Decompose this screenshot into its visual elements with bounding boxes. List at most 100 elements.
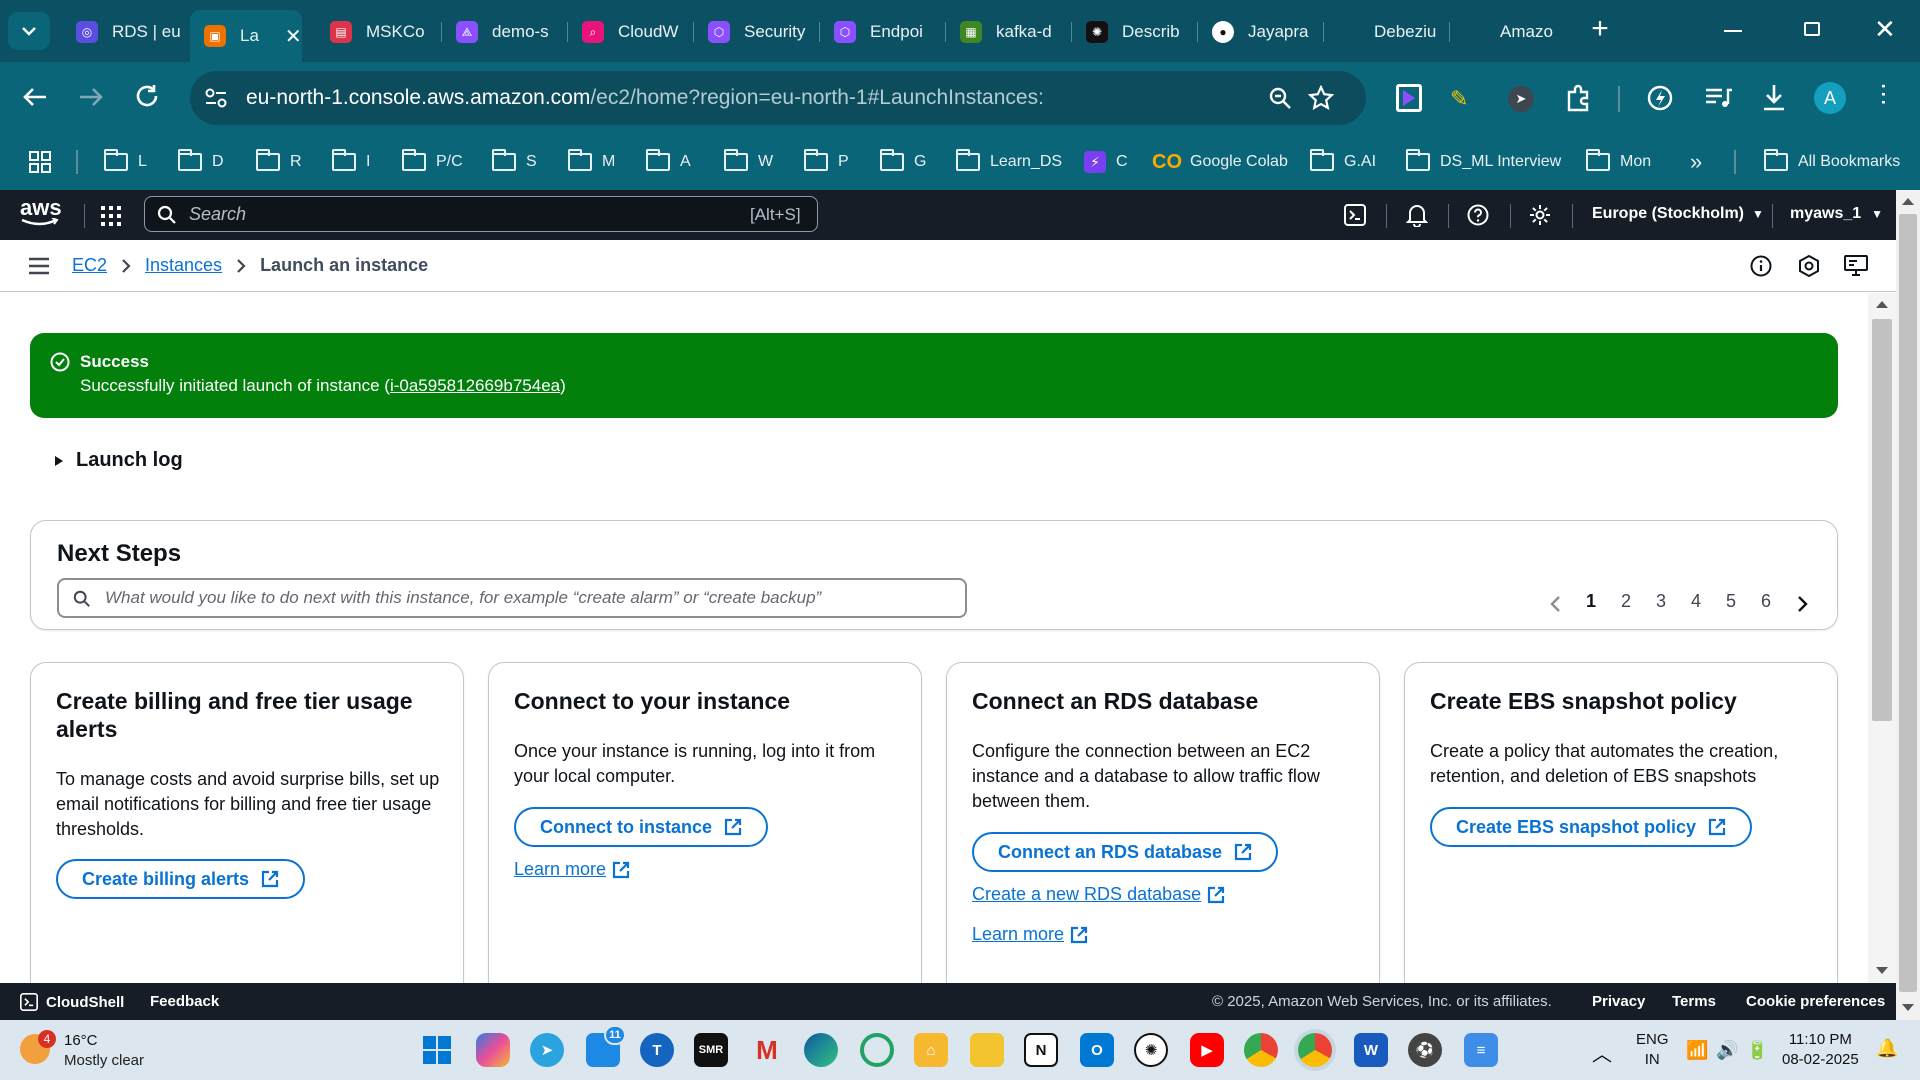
start-windows-icon[interactable] xyxy=(420,1033,454,1067)
privacy-link[interactable]: Privacy xyxy=(1592,993,1645,1010)
browser-tab-demo[interactable]: ⟁ demo-s xyxy=(442,10,568,54)
all-bookmarks-folder[interactable]: All Bookmarks xyxy=(1764,149,1900,175)
clock[interactable]: 11:10 PM 08-02-2025 xyxy=(1782,1030,1859,1070)
aws-search-input[interactable]: Search [Alt+S] xyxy=(144,196,818,232)
pagination-page-2[interactable]: 2 xyxy=(1621,591,1631,612)
connect-rds-database-button[interactable]: Connect an RDS database xyxy=(972,832,1279,872)
reload-icon[interactable] xyxy=(134,83,160,109)
browser-tab-security[interactable]: ⬡ Security xyxy=(694,10,820,54)
page-scrollbar[interactable] xyxy=(1896,190,1920,1020)
terms-link[interactable]: Terms xyxy=(1672,993,1716,1010)
extension-cursor-icon[interactable]: ➤ xyxy=(1508,86,1534,112)
browser-tab-endpoint[interactable]: ⬡ Endpoi xyxy=(820,10,946,54)
site-info-icon[interactable] xyxy=(204,87,228,109)
outlook-icon[interactable]: O xyxy=(1080,1033,1114,1067)
security-shield-icon[interactable] xyxy=(1798,255,1820,277)
youtube-icon[interactable]: ▶ xyxy=(1190,1033,1224,1067)
create-new-rds-database-link[interactable]: Create a new RDS database xyxy=(972,884,1225,905)
info-icon[interactable] xyxy=(1750,255,1772,277)
vscode-icon[interactable]: 11 xyxy=(586,1025,626,1067)
store-app-icon[interactable]: ⌂ xyxy=(914,1033,948,1067)
restore-window-button[interactable] xyxy=(1804,22,1820,36)
instance-id-link[interactable]: i-0a595812669b754ea xyxy=(390,376,560,395)
notifications-bell-icon[interactable]: 🔔 xyxy=(1876,1038,1898,1059)
close-window-button[interactable]: ✕ xyxy=(1874,14,1896,45)
breadcrumb-ec2[interactable]: EC2 xyxy=(72,255,107,276)
scroll-thumb[interactable] xyxy=(1899,214,1917,992)
notifications-bell-icon[interactable] xyxy=(1406,203,1428,227)
back-arrow-icon[interactable] xyxy=(22,86,48,108)
cloudshell-icon[interactable] xyxy=(1344,204,1366,226)
app-globe-icon[interactable]: ⚽ xyxy=(1408,1033,1442,1067)
bookmark-folder-pc[interactable]: P/C xyxy=(402,149,463,175)
volume-icon[interactable]: 🔊 xyxy=(1716,1040,1738,1061)
profile-avatar[interactable]: A xyxy=(1814,82,1846,114)
browser-tab-cloudwatch[interactable]: ⌕ CloudW xyxy=(568,10,694,54)
app-t-icon[interactable]: T xyxy=(640,1033,674,1067)
apps-grid-icon[interactable] xyxy=(28,150,52,174)
create-billing-alerts-button[interactable]: Create billing alerts xyxy=(56,859,306,899)
more-bookmarks-icon[interactable]: » xyxy=(1690,149,1702,175)
aws-logo[interactable]: aws xyxy=(20,197,62,226)
word-icon[interactable]: W xyxy=(1354,1033,1388,1067)
battery-icon[interactable]: 🔋 xyxy=(1746,1040,1768,1061)
minimize-window-button[interactable] xyxy=(1724,30,1742,32)
launch-log-toggle[interactable]: Launch log xyxy=(54,449,183,472)
browser-tab-amazon[interactable]: Amazo xyxy=(1450,10,1576,54)
browser-tab-msk[interactable]: ▤ MSKCo xyxy=(316,10,442,54)
language-indicator[interactable]: ENG IN xyxy=(1636,1030,1669,1070)
pagination-prev-icon[interactable] xyxy=(1549,595,1561,613)
scroll-down-arrow-icon[interactable] xyxy=(1876,967,1888,974)
edge-icon[interactable] xyxy=(804,1033,838,1067)
monitor-settings-icon[interactable] xyxy=(1844,255,1868,277)
file-explorer-icon[interactable] xyxy=(970,1033,1004,1067)
bookmark-folder-mon[interactable]: Mon xyxy=(1586,149,1651,175)
settings-gear-icon[interactable] xyxy=(1529,204,1551,226)
pagination-page-5[interactable]: 5 xyxy=(1726,591,1736,612)
scroll-thumb[interactable] xyxy=(1872,319,1892,721)
account-menu[interactable]: myaws_1 ▼ xyxy=(1790,205,1883,223)
region-selector[interactable]: Europe (Stockholm) ▼ xyxy=(1592,205,1764,223)
pagination-page-6[interactable]: 6 xyxy=(1761,591,1771,612)
browser-tab-describe[interactable]: ✺ Describ xyxy=(1072,10,1198,54)
browser-tab-github[interactable]: ● Jayapra xyxy=(1198,10,1324,54)
bookmark-c[interactable]: ⚡ C xyxy=(1084,149,1128,175)
bookmark-folder-w[interactable]: W xyxy=(724,149,773,175)
app-smr-icon[interactable]: SMR xyxy=(694,1033,728,1067)
bookmark-folder-a[interactable]: A xyxy=(646,149,691,175)
feedback-link[interactable]: Feedback xyxy=(150,993,219,1010)
tab-search-button[interactable] xyxy=(8,12,50,50)
chatgpt-icon[interactable]: ✺ xyxy=(1134,1033,1168,1067)
scroll-up-arrow-icon[interactable] xyxy=(1876,301,1888,308)
extension-pen-icon[interactable]: ✎ xyxy=(1450,86,1468,112)
learn-more-link[interactable]: Learn more xyxy=(972,924,1088,945)
bookmark-google-colab[interactable]: CO Google Colab xyxy=(1152,149,1288,175)
content-scrollbar[interactable] xyxy=(1868,293,1896,983)
help-icon[interactable] xyxy=(1467,204,1489,226)
pagination-next-icon[interactable] xyxy=(1797,595,1809,613)
bookmark-folder-p[interactable]: P xyxy=(804,149,849,175)
bookmark-star-icon[interactable] xyxy=(1308,85,1334,111)
pagination-page-4[interactable]: 4 xyxy=(1691,591,1701,612)
media-controls-icon[interactable] xyxy=(1704,86,1732,110)
bookmark-folder-g[interactable]: G xyxy=(880,149,926,175)
zoom-icon[interactable] xyxy=(1268,86,1292,110)
show-hidden-icons-chevron[interactable]: ︿ xyxy=(1592,1038,1612,1067)
performance-icon[interactable] xyxy=(1646,84,1674,112)
bookmark-folder-i[interactable]: I xyxy=(332,149,370,175)
learn-more-link[interactable]: Learn more xyxy=(514,859,630,880)
chrome-profile-icon[interactable] xyxy=(1298,1033,1332,1067)
extension-play-icon[interactable] xyxy=(1396,84,1422,112)
browser-tab-launch-instance[interactable]: ▣ La ✕ xyxy=(190,10,302,62)
notion-icon[interactable]: N xyxy=(1024,1033,1058,1067)
browser-tab-rds[interactable]: ◎ RDS | eu xyxy=(62,10,188,54)
browser-tab-kafka[interactable]: ▦ kafka-d xyxy=(946,10,1072,54)
wifi-icon[interactable]: 📶 xyxy=(1686,1040,1708,1061)
pagination-page-1[interactable]: 1 xyxy=(1586,591,1596,612)
download-icon[interactable] xyxy=(1760,82,1788,112)
pagination-page-3[interactable]: 3 xyxy=(1656,591,1666,612)
hamburger-menu-icon[interactable] xyxy=(28,257,50,275)
cookie-preferences-link[interactable]: Cookie preferences xyxy=(1746,993,1885,1010)
extensions-puzzle-icon[interactable] xyxy=(1564,84,1592,112)
next-steps-search-input[interactable]: What would you like to do next with this… xyxy=(57,578,967,618)
